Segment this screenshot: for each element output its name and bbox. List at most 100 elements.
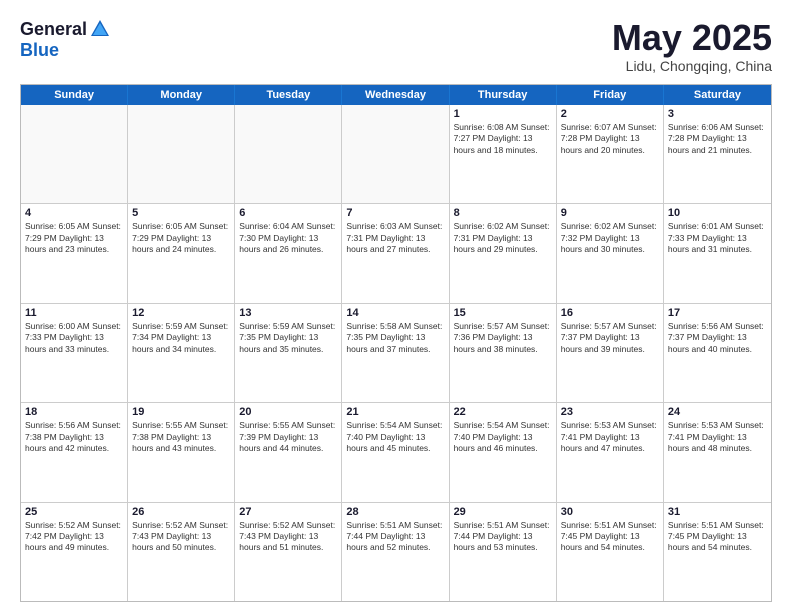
logo-icon	[89, 18, 111, 40]
table-row: 17 Sunrise: 5:56 AM Sunset: 7:37 PM Dayli…	[664, 304, 771, 402]
table-row: 20Sunrise: 5:55 AM Sunset: 7:39 PM Dayli…	[235, 403, 342, 501]
table-row: 30 Sunrise: 5:51 AM Sunset: 7:45 PM Dayli…	[557, 503, 664, 601]
table-row: 5Sunrise: 6:05 AM Sunset: 7:29 PM Daylig…	[128, 204, 235, 302]
day-number: 28	[346, 506, 444, 518]
day-number: 12	[132, 307, 230, 319]
table-row: 19Sunrise: 5:55 AM Sunset: 7:38 PM Dayli…	[128, 403, 235, 501]
cell-info: Sunrise: 6:06 AM Sunset: 7:28 PM Dayligh…	[668, 122, 767, 156]
logo: General Blue	[20, 18, 111, 61]
cell-info: Sunrise: 5:58 AM Sunset: 7:35 PM Dayligh…	[346, 321, 444, 355]
cell-info: Sunrise: 5:54 AM Sunset: 7:40 PM Dayligh…	[454, 420, 552, 454]
calendar-body: 1 Sunrise: 6:08 AM Sunset: 7:27 PM Daylig…	[21, 105, 771, 601]
table-row: 7 Sunrise: 6:03 AM Sunset: 7:31 PM Daylig…	[342, 204, 449, 302]
cell-info: Sunrise: 5:52 AM Sunset: 7:43 PM Dayligh…	[132, 520, 230, 554]
day-number: 18	[25, 406, 123, 418]
cell-info: Sunrise: 5:51 AM Sunset: 7:45 PM Dayligh…	[668, 520, 767, 554]
cell-info: Sunrise: 6:03 AM Sunset: 7:31 PM Dayligh…	[346, 221, 444, 255]
cell-info: Sunrise: 5:52 AM Sunset: 7:43 PM Dayligh…	[239, 520, 337, 554]
day-number: 3	[668, 108, 767, 120]
table-row: 27Sunrise: 5:52 AM Sunset: 7:43 PM Dayli…	[235, 503, 342, 601]
table-row: 12 Sunrise: 5:59 AM Sunset: 7:34 PM Dayli…	[128, 304, 235, 402]
cell-info: Sunrise: 5:55 AM Sunset: 7:39 PM Dayligh…	[239, 420, 337, 454]
cell-info: Sunrise: 5:51 AM Sunset: 7:44 PM Dayligh…	[346, 520, 444, 554]
day-number: 8	[454, 207, 552, 219]
cell-info: Sunrise: 6:08 AM Sunset: 7:27 PM Dayligh…	[454, 122, 552, 156]
table-row: 26 Sunrise: 5:52 AM Sunset: 7:43 PM Dayli…	[128, 503, 235, 601]
table-row: 18 Sunrise: 5:56 AM Sunset: 7:38 PM Dayli…	[21, 403, 128, 501]
month-title: May 2025	[612, 18, 772, 58]
table-row: 21 Sunrise: 5:54 AM Sunset: 7:40 PM Dayli…	[342, 403, 449, 501]
day-number: 9	[561, 207, 659, 219]
week-row-2: 4Sunrise: 6:05 AM Sunset: 7:29 PM Daylig…	[21, 204, 771, 303]
day-number: 15	[454, 307, 552, 319]
day-number: 30	[561, 506, 659, 518]
cell-info: Sunrise: 5:56 AM Sunset: 7:37 PM Dayligh…	[668, 321, 767, 355]
dow-friday: Friday	[557, 85, 664, 105]
day-number: 1	[454, 108, 552, 120]
cell-info: Sunrise: 6:05 AM Sunset: 7:29 PM Dayligh…	[25, 221, 123, 255]
day-number: 31	[668, 506, 767, 518]
day-number: 25	[25, 506, 123, 518]
cell-info: Sunrise: 5:53 AM Sunset: 7:41 PM Dayligh…	[668, 420, 767, 454]
table-row: 25 Sunrise: 5:52 AM Sunset: 7:42 PM Dayli…	[21, 503, 128, 601]
cell-info: Sunrise: 6:07 AM Sunset: 7:28 PM Dayligh…	[561, 122, 659, 156]
day-number: 13	[239, 307, 337, 319]
table-row: 31 Sunrise: 5:51 AM Sunset: 7:45 PM Dayli…	[664, 503, 771, 601]
dow-sunday: Sunday	[21, 85, 128, 105]
day-number: 19	[132, 406, 230, 418]
cell-info: Sunrise: 5:59 AM Sunset: 7:35 PM Dayligh…	[239, 321, 337, 355]
cell-info: Sunrise: 5:51 AM Sunset: 7:45 PM Dayligh…	[561, 520, 659, 554]
location: Lidu, Chongqing, China	[612, 58, 772, 74]
dow-tuesday: Tuesday	[235, 85, 342, 105]
calendar-header: Sunday Monday Tuesday Wednesday Thursday…	[21, 85, 771, 105]
table-row	[235, 105, 342, 203]
table-row: 23Sunrise: 5:53 AM Sunset: 7:41 PM Dayli…	[557, 403, 664, 501]
day-number: 6	[239, 207, 337, 219]
table-row: 15Sunrise: 5:57 AM Sunset: 7:36 PM Dayli…	[450, 304, 557, 402]
table-row	[128, 105, 235, 203]
table-row: 10 Sunrise: 6:01 AM Sunset: 7:33 PM Dayli…	[664, 204, 771, 302]
calendar: Sunday Monday Tuesday Wednesday Thursday…	[20, 84, 772, 602]
table-row: 13 Sunrise: 5:59 AM Sunset: 7:35 PM Dayli…	[235, 304, 342, 402]
dow-saturday: Saturday	[664, 85, 771, 105]
table-row: 29Sunrise: 5:51 AM Sunset: 7:44 PM Dayli…	[450, 503, 557, 601]
table-row	[342, 105, 449, 203]
cell-info: Sunrise: 6:02 AM Sunset: 7:31 PM Dayligh…	[454, 221, 552, 255]
day-number: 17	[668, 307, 767, 319]
day-number: 26	[132, 506, 230, 518]
table-row: 1 Sunrise: 6:08 AM Sunset: 7:27 PM Daylig…	[450, 105, 557, 203]
cell-info: Sunrise: 6:01 AM Sunset: 7:33 PM Dayligh…	[668, 221, 767, 255]
table-row	[21, 105, 128, 203]
cell-info: Sunrise: 6:05 AM Sunset: 7:29 PM Dayligh…	[132, 221, 230, 255]
day-number: 24	[668, 406, 767, 418]
logo-general-text: General	[20, 19, 87, 40]
header: General Blue May 2025 Lidu, Chongqing, C…	[20, 18, 772, 74]
table-row: 8 Sunrise: 6:02 AM Sunset: 7:31 PM Daylig…	[450, 204, 557, 302]
day-number: 23	[561, 406, 659, 418]
table-row: 6Sunrise: 6:04 AM Sunset: 7:30 PM Daylig…	[235, 204, 342, 302]
logo-blue-text: Blue	[20, 40, 59, 60]
table-row: 28 Sunrise: 5:51 AM Sunset: 7:44 PM Dayli…	[342, 503, 449, 601]
table-row: 22 Sunrise: 5:54 AM Sunset: 7:40 PM Dayli…	[450, 403, 557, 501]
cell-info: Sunrise: 6:00 AM Sunset: 7:33 PM Dayligh…	[25, 321, 123, 355]
cell-info: Sunrise: 5:52 AM Sunset: 7:42 PM Dayligh…	[25, 520, 123, 554]
day-number: 7	[346, 207, 444, 219]
week-row-5: 25 Sunrise: 5:52 AM Sunset: 7:42 PM Dayli…	[21, 503, 771, 601]
day-number: 29	[454, 506, 552, 518]
page: General Blue May 2025 Lidu, Chongqing, C…	[0, 0, 792, 612]
cell-info: Sunrise: 5:56 AM Sunset: 7:38 PM Dayligh…	[25, 420, 123, 454]
table-row: 24 Sunrise: 5:53 AM Sunset: 7:41 PM Dayli…	[664, 403, 771, 501]
table-row: 11 Sunrise: 6:00 AM Sunset: 7:33 PM Dayli…	[21, 304, 128, 402]
day-number: 21	[346, 406, 444, 418]
day-number: 22	[454, 406, 552, 418]
table-row: 9 Sunrise: 6:02 AM Sunset: 7:32 PM Daylig…	[557, 204, 664, 302]
dow-thursday: Thursday	[450, 85, 557, 105]
cell-info: Sunrise: 5:59 AM Sunset: 7:34 PM Dayligh…	[132, 321, 230, 355]
dow-wednesday: Wednesday	[342, 85, 449, 105]
day-number: 10	[668, 207, 767, 219]
table-row: 16Sunrise: 5:57 AM Sunset: 7:37 PM Dayli…	[557, 304, 664, 402]
cell-info: Sunrise: 6:02 AM Sunset: 7:32 PM Dayligh…	[561, 221, 659, 255]
cell-info: Sunrise: 5:54 AM Sunset: 7:40 PM Dayligh…	[346, 420, 444, 454]
day-number: 11	[25, 307, 123, 319]
table-row: 4Sunrise: 6:05 AM Sunset: 7:29 PM Daylig…	[21, 204, 128, 302]
